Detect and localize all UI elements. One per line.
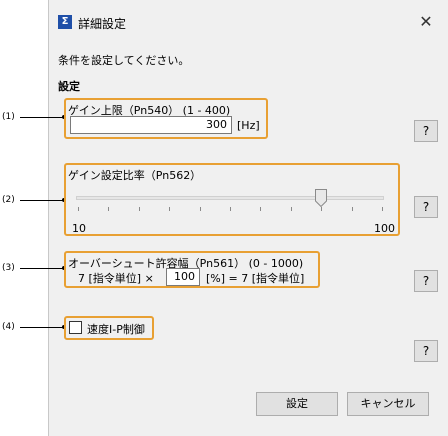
slider-tick — [290, 207, 292, 211]
slider-tick — [138, 207, 140, 211]
overshoot-help-button[interactable]: ? — [414, 270, 438, 292]
speed-ip-checkbox[interactable] — [69, 321, 82, 334]
gain-ratio-label: ゲイン設定比率（Pn562） — [68, 169, 202, 182]
close-icon[interactable]: ✕ — [416, 12, 436, 32]
speed-ip-label: 速度I-P制御 — [87, 323, 145, 336]
section-title: 設定 — [58, 80, 80, 93]
slider-tick — [321, 207, 323, 211]
slider-tick — [351, 207, 353, 211]
slider-tick — [230, 207, 231, 211]
callout-line-3 — [20, 268, 64, 269]
callout-line-4 — [20, 327, 64, 328]
slider-tick — [108, 207, 110, 211]
callout-line-1 — [20, 117, 64, 118]
callout-label-1: (1) — [2, 112, 15, 122]
callout-line-2 — [20, 200, 64, 201]
gain-ratio-min-label: 10 — [72, 222, 86, 235]
window-title: 詳細設定 — [78, 17, 127, 31]
callout-label-3: (3) — [2, 263, 15, 273]
slider-tick — [199, 207, 201, 211]
gain-limit-help-button[interactable]: ? — [414, 120, 438, 142]
callout-label-4: (4) — [2, 322, 15, 332]
overshoot-right-value: [%] = 7 [指令単位] — [206, 272, 305, 285]
gain-ratio-slider-track[interactable] — [76, 196, 384, 200]
speed-ip-help-button[interactable]: ? — [414, 340, 438, 362]
title-bar: Σ 詳細設定 ✕ — [48, 8, 448, 36]
app-icon: Σ — [58, 15, 72, 29]
gain-ratio-slider-thumb[interactable] — [315, 189, 328, 208]
slider-tick — [169, 207, 171, 211]
instruction-text: 条件を設定してください。 — [58, 54, 190, 67]
slider-tick — [78, 207, 79, 211]
slider-tick — [260, 207, 262, 211]
gain-limit-input[interactable]: 300 — [70, 116, 232, 134]
overshoot-left-value: 7 [指令単位] × — [78, 272, 154, 285]
callout-label-2: (2) — [2, 195, 15, 205]
gain-ratio-help-button[interactable]: ? — [414, 196, 438, 218]
gain-ratio-max-label: 100 — [374, 222, 395, 235]
gain-limit-unit: [Hz] — [237, 119, 260, 132]
slider-tick — [382, 207, 383, 211]
ok-button[interactable]: 設定 — [256, 392, 338, 416]
cancel-button[interactable]: キャンセル — [347, 392, 429, 416]
overshoot-input[interactable]: 100 — [166, 268, 200, 286]
